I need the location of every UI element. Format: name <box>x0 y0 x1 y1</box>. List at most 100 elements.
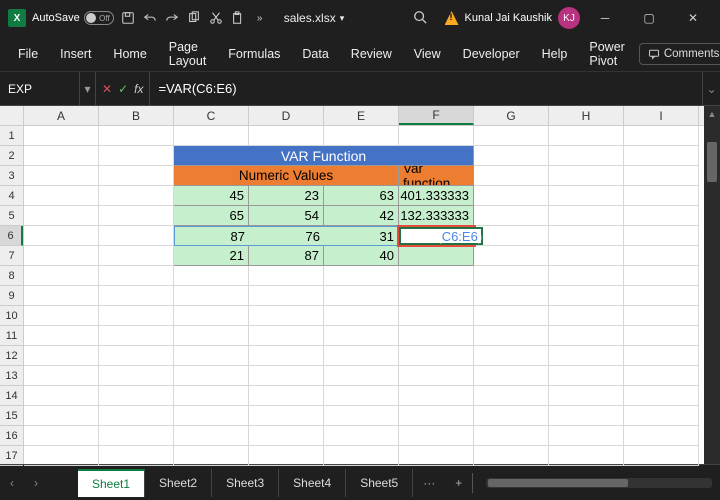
row-header[interactable]: 13 <box>0 366 23 386</box>
filename[interactable]: sales.xlsx ▾ <box>284 11 345 25</box>
tab-file[interactable]: File <box>8 41 48 67</box>
redo-icon[interactable] <box>164 10 180 26</box>
formula-expand-icon[interactable]: ⌄ <box>702 72 720 105</box>
row-header[interactable]: 4 <box>0 186 23 206</box>
new-sheet-button[interactable]: + <box>445 476 472 490</box>
col-header[interactable]: A <box>24 106 99 125</box>
row-header[interactable]: 10 <box>0 306 23 326</box>
sheet-tab[interactable]: Sheet1 <box>78 469 145 497</box>
data-cell[interactable] <box>399 246 474 266</box>
tab-home[interactable]: Home <box>103 41 156 67</box>
sheet-tab[interactable]: Sheet5 <box>346 469 413 497</box>
maximize-button[interactable]: ▢ <box>630 0 668 36</box>
tab-review[interactable]: Review <box>341 41 402 67</box>
vertical-scrollbar[interactable]: ▲ <box>704 106 720 464</box>
tab-formulas[interactable]: Formulas <box>218 41 290 67</box>
select-all-corner[interactable] <box>0 106 24 126</box>
data-cell[interactable]: 63 <box>324 186 399 206</box>
tab-help[interactable]: Help <box>532 41 578 67</box>
var-function-header: Var function <box>399 166 474 186</box>
tab-view[interactable]: View <box>404 41 451 67</box>
sheet-tab[interactable]: Sheet4 <box>279 469 346 497</box>
enter-icon[interactable]: ✓ <box>118 82 128 96</box>
col-header[interactable]: B <box>99 106 174 125</box>
horizontal-scrollbar[interactable] <box>486 478 712 488</box>
col-header[interactable]: F <box>399 106 474 125</box>
data-cell[interactable]: 87 <box>249 246 324 266</box>
data-cell[interactable]: 132.333333 <box>399 206 474 226</box>
tab-insert[interactable]: Insert <box>50 41 101 67</box>
sheet-nav-prev[interactable]: ‹ <box>0 476 24 490</box>
close-button[interactable]: ✕ <box>674 0 712 36</box>
paste-icon[interactable] <box>230 10 246 26</box>
autosave-toggle[interactable]: AutoSave Off <box>32 11 114 25</box>
col-header[interactable]: H <box>549 106 624 125</box>
scroll-thumb[interactable] <box>488 479 628 487</box>
formula-input[interactable]: =VAR(C6:E6) <box>150 72 702 105</box>
column-headers: A B C D E F G H I <box>24 106 704 126</box>
undo-icon[interactable] <box>142 10 158 26</box>
tab-power-pivot[interactable]: Power Pivot <box>579 34 634 74</box>
col-header[interactable]: C <box>174 106 249 125</box>
scroll-thumb[interactable] <box>707 142 717 182</box>
data-cell[interactable]: 76 <box>249 226 324 246</box>
col-header[interactable]: E <box>324 106 399 125</box>
fx-icon[interactable]: fx <box>134 82 143 96</box>
data-cell[interactable]: 87 <box>174 226 249 246</box>
cancel-icon[interactable]: ✕ <box>102 82 112 96</box>
more-icon[interactable]: » <box>252 10 268 26</box>
scroll-up-icon[interactable]: ▲ <box>704 106 720 122</box>
sheet-nav-next[interactable]: › <box>24 476 48 490</box>
sheet-more-icon[interactable]: ··· <box>413 476 445 490</box>
data-cell[interactable]: 21 <box>174 246 249 266</box>
row-header[interactable]: 7 <box>0 246 23 266</box>
row-header[interactable]: 8 <box>0 266 23 286</box>
col-header[interactable]: G <box>474 106 549 125</box>
col-header[interactable]: D <box>249 106 324 125</box>
name-box[interactable]: EXP <box>0 72 80 105</box>
tab-data[interactable]: Data <box>292 41 338 67</box>
row-header[interactable]: 5 <box>0 206 23 226</box>
toggle-switch[interactable]: Off <box>84 11 114 25</box>
data-cell[interactable]: 45 <box>174 186 249 206</box>
sheet-tab[interactable]: Sheet2 <box>145 469 212 497</box>
data-cell[interactable]: 42 <box>324 206 399 226</box>
data-cell[interactable]: 23 <box>249 186 324 206</box>
name-box-dropdown[interactable]: ▾ <box>80 72 96 105</box>
row-header[interactable]: 12 <box>0 346 23 366</box>
cells-area[interactable]: VAR Function Numeric ValuesVar function … <box>24 126 704 464</box>
row-header[interactable]: 15 <box>0 406 23 426</box>
row-header[interactable]: 1 <box>0 126 23 146</box>
spreadsheet-grid[interactable]: A B C D E F G H I 1 2 3 4 5 6 7 8 9 10 1… <box>0 106 720 464</box>
row-header[interactable]: 2 <box>0 146 23 166</box>
row-header[interactable]: 14 <box>0 386 23 406</box>
comments-button[interactable]: Comments <box>639 43 720 65</box>
data-cell[interactable]: 31 <box>324 226 399 246</box>
data-cell[interactable]: 65 <box>174 206 249 226</box>
minimize-button[interactable]: ─ <box>586 0 624 36</box>
col-header[interactable]: I <box>624 106 699 125</box>
user-account[interactable]: Kunal Jai Kaushik KJ <box>445 7 580 29</box>
search-icon[interactable] <box>413 10 427 27</box>
tab-developer[interactable]: Developer <box>453 41 530 67</box>
data-cell[interactable]: 401.333333 <box>399 186 474 206</box>
row-header[interactable]: 17 <box>0 446 23 466</box>
user-name: Kunal Jai Kaushik <box>465 12 552 24</box>
row-header[interactable]: 3 <box>0 166 23 186</box>
tab-page-layout[interactable]: Page Layout <box>159 34 217 74</box>
row-header[interactable]: 16 <box>0 426 23 446</box>
avatar: KJ <box>558 7 580 29</box>
copy-icon[interactable] <box>186 10 202 26</box>
formula-bar: EXP ▾ ✕ ✓ fx =VAR(C6:E6) ⌄ <box>0 72 720 106</box>
active-cell[interactable]: =VAR(C6:E6) <box>399 227 483 245</box>
data-cell[interactable]: 40 <box>324 246 399 266</box>
data-cell[interactable]: 54 <box>249 206 324 226</box>
numeric-values-header: Numeric Values <box>174 166 399 186</box>
save-icon[interactable] <box>120 10 136 26</box>
sheet-tab[interactable]: Sheet3 <box>212 469 279 497</box>
row-header[interactable]: 11 <box>0 326 23 346</box>
row-header[interactable]: 6 <box>0 226 23 246</box>
cut-icon[interactable] <box>208 10 224 26</box>
autosave-label: AutoSave <box>32 12 80 24</box>
row-header[interactable]: 9 <box>0 286 23 306</box>
